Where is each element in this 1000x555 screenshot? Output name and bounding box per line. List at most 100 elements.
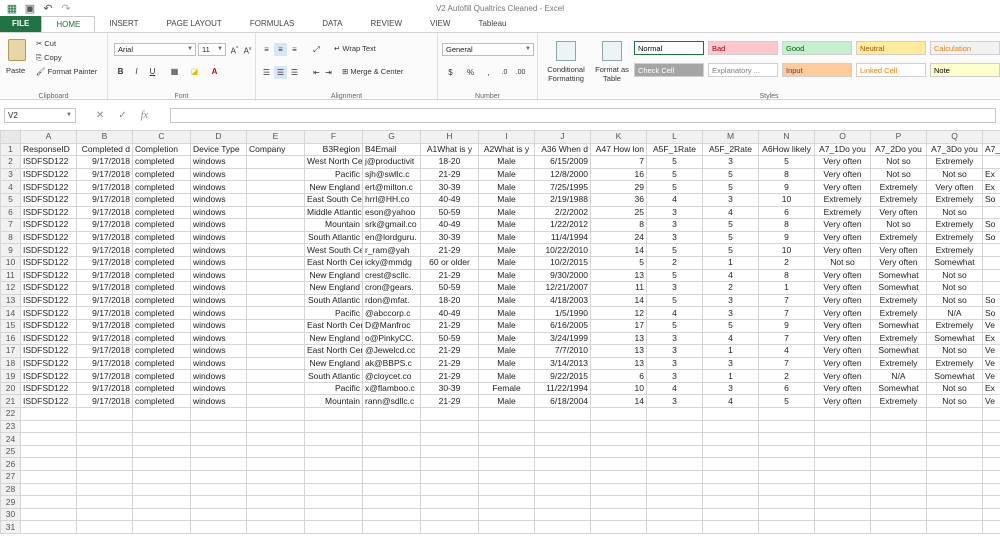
cell[interactable]: So — [982, 230, 1000, 245]
cell[interactable] — [246, 318, 305, 333]
cell[interactable]: 21-29 — [420, 318, 479, 333]
cell[interactable] — [478, 407, 535, 421]
cell[interactable]: Extremely — [926, 230, 983, 245]
cell[interactable] — [420, 419, 479, 434]
cell[interactable]: A5F_1Rate — [646, 142, 703, 157]
shrink-font-icon[interactable]: Av — [241, 43, 254, 56]
cell[interactable]: 8 — [758, 218, 815, 232]
cell[interactable] — [534, 482, 591, 497]
cell[interactable]: 9/17/2018 — [76, 331, 133, 346]
percent-button[interactable]: % — [464, 66, 477, 79]
cell[interactable]: completed — [132, 268, 191, 283]
cell[interactable] — [590, 482, 647, 497]
cell[interactable] — [646, 495, 703, 509]
cell[interactable] — [534, 470, 591, 484]
cell[interactable]: 4 — [702, 268, 759, 283]
cell[interactable]: Extremely — [870, 394, 927, 409]
cell[interactable]: Male — [478, 180, 535, 194]
cell[interactable]: 2 — [758, 369, 815, 383]
cell[interactable]: A7_3Do you — [926, 142, 983, 157]
row-header[interactable]: 3 — [0, 167, 21, 182]
cell[interactable]: South Atlantic — [304, 293, 363, 308]
paste-button[interactable]: Paste — [6, 66, 25, 75]
cell[interactable]: Mountain — [304, 394, 363, 409]
cell[interactable]: Male — [478, 293, 535, 308]
cell[interactable]: 1 — [702, 255, 759, 270]
cell[interactable] — [246, 306, 305, 320]
cell[interactable]: Male — [478, 281, 535, 295]
cell[interactable]: Very often — [926, 180, 983, 194]
cell[interactable]: Male — [478, 306, 535, 320]
cell[interactable]: completed — [132, 167, 191, 182]
row-header[interactable]: 21 — [0, 394, 21, 409]
cell[interactable] — [246, 281, 305, 295]
cell[interactable]: Not so — [926, 167, 983, 182]
cell[interactable]: So — [982, 293, 1000, 308]
cell[interactable]: ISDFSD122 — [20, 205, 77, 220]
cell[interactable]: 7 — [758, 306, 815, 320]
cell[interactable]: 18-20 — [420, 293, 479, 308]
cell[interactable] — [246, 457, 305, 472]
cell[interactable]: Very often — [870, 243, 927, 257]
cell[interactable] — [304, 407, 363, 421]
cell[interactable] — [590, 444, 647, 459]
cell[interactable]: Not so — [870, 155, 927, 169]
cell[interactable]: completed — [132, 155, 191, 169]
cell[interactable]: Female — [478, 381, 535, 396]
cell[interactable] — [982, 495, 1000, 509]
cell[interactable]: 2 — [702, 281, 759, 295]
align-left-icon[interactable]: ☰ — [260, 66, 273, 79]
cell[interactable]: So — [982, 218, 1000, 232]
style-explanatory[interactable]: Explanatory ... — [708, 63, 778, 77]
cell[interactable] — [982, 255, 1000, 270]
tab-file[interactable]: FILE — [0, 16, 42, 32]
cell[interactable] — [76, 432, 133, 446]
cell[interactable]: Not so — [814, 255, 871, 270]
cell[interactable]: Extremely — [870, 306, 927, 320]
cell[interactable] — [758, 432, 815, 446]
insert-function-icon[interactable]: fx — [141, 110, 148, 121]
cell[interactable] — [758, 507, 815, 522]
cell[interactable] — [362, 507, 421, 522]
cell[interactable]: completed — [132, 180, 191, 194]
row-header[interactable]: 13 — [0, 293, 21, 308]
cell[interactable]: @cloycet.co — [362, 369, 421, 383]
cell[interactable]: Extremely — [870, 331, 927, 346]
cell[interactable]: windows — [190, 306, 247, 320]
cell[interactable]: Ex — [982, 180, 1000, 194]
name-box[interactable]: V2 ▼ — [4, 108, 76, 123]
cell[interactable]: 9/17/2018 — [76, 369, 133, 383]
cell[interactable]: 9/17/2018 — [76, 192, 133, 207]
cell[interactable] — [982, 470, 1000, 484]
cell[interactable]: Very often — [870, 205, 927, 220]
cell[interactable]: Very often — [814, 356, 871, 371]
column-header-r[interactable]: R — [982, 130, 1000, 144]
cell[interactable] — [926, 407, 983, 421]
cell[interactable]: 14 — [590, 243, 647, 257]
cell[interactable] — [702, 407, 759, 421]
cell[interactable] — [590, 407, 647, 421]
cell[interactable]: windows — [190, 218, 247, 232]
cell[interactable] — [246, 293, 305, 308]
cell[interactable]: 9/17/2018 — [76, 243, 133, 257]
cell[interactable]: windows — [190, 255, 247, 270]
cell[interactable]: 1 — [702, 369, 759, 383]
cell[interactable]: ISDFSD122 — [20, 369, 77, 383]
cell[interactable]: 5 — [702, 243, 759, 257]
cell[interactable]: cron@gears. — [362, 281, 421, 295]
cell[interactable] — [478, 495, 535, 509]
cell[interactable]: 3 — [646, 230, 703, 245]
cell[interactable]: 9/17/2018 — [76, 293, 133, 308]
cell[interactable]: 5 — [702, 318, 759, 333]
cell[interactable]: completed — [132, 230, 191, 245]
cell[interactable] — [362, 470, 421, 484]
column-header-l[interactable]: L — [646, 130, 703, 144]
cell[interactable] — [190, 444, 247, 459]
cell[interactable]: Very often — [814, 369, 871, 383]
cell[interactable]: Male — [478, 369, 535, 383]
cell[interactable] — [20, 419, 77, 434]
cell[interactable]: 40-49 — [420, 306, 479, 320]
cell[interactable]: South Atlantic — [304, 369, 363, 383]
cell[interactable] — [758, 482, 815, 497]
row-header[interactable]: 11 — [0, 268, 21, 283]
